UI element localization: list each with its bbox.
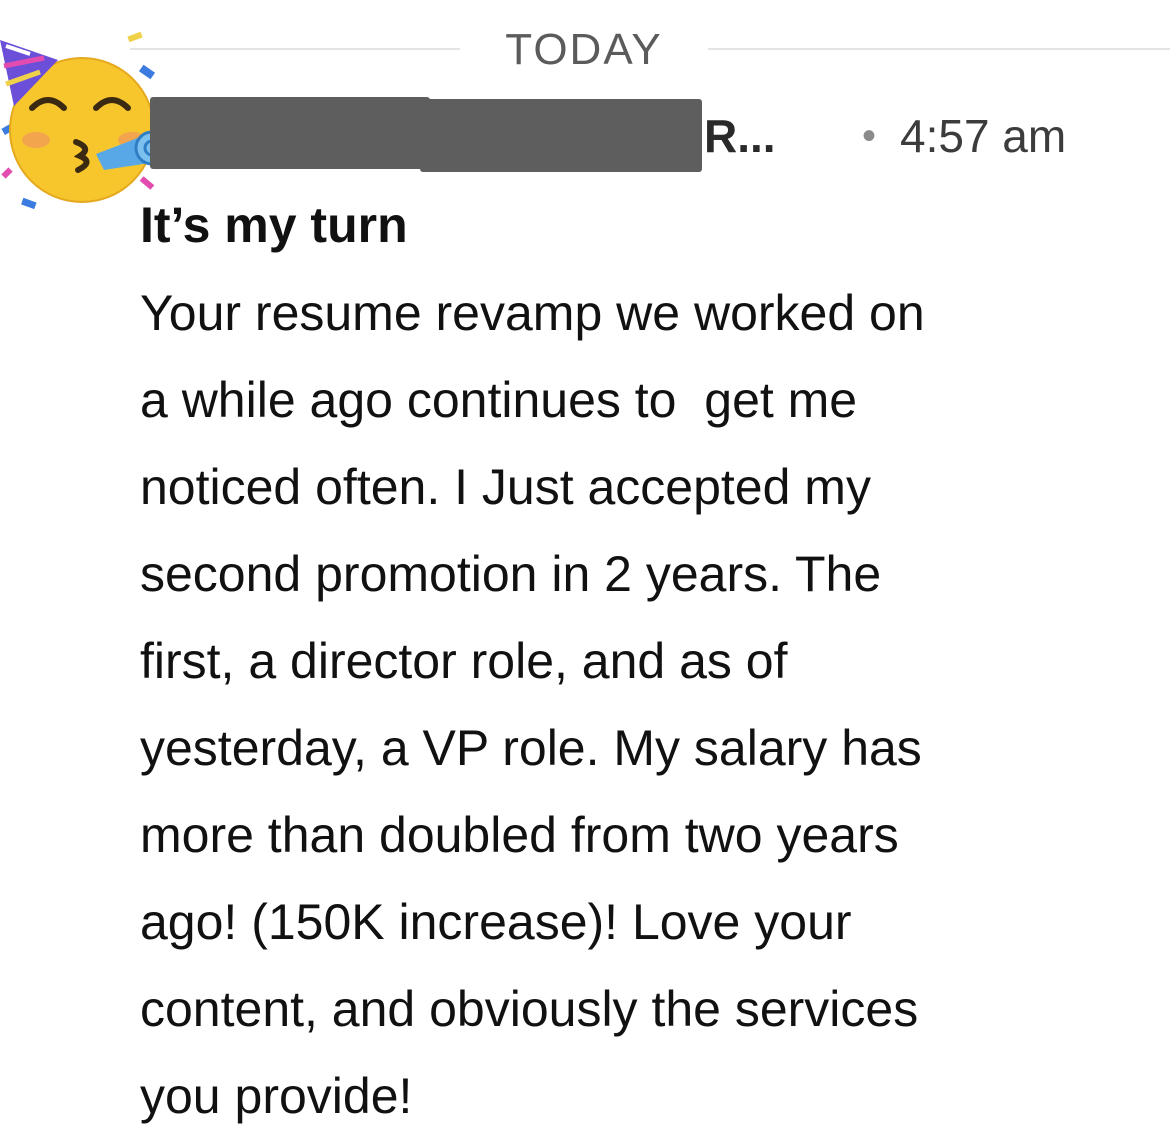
message-body-line: second promotion in 2 years. The xyxy=(140,546,882,602)
message-body-line: first, a director role, and as of xyxy=(140,633,788,689)
message-body-line: yesterday, a VP role. My salary has xyxy=(140,720,922,776)
message-body-line: a while ago continues to get me xyxy=(140,372,858,428)
date-divider-line-left xyxy=(130,48,460,50)
message-body-line: more than doubled from two years xyxy=(140,807,899,863)
message-body-line: content, and obviously the services xyxy=(140,981,919,1037)
sender-name: R... xyxy=(704,110,776,162)
message-timestamp: 4:57 am xyxy=(900,110,1067,162)
message-body-line: ago! (150K increase)! Love your xyxy=(140,894,852,950)
message-body-line: you provide! xyxy=(140,1068,413,1124)
date-divider-label: TODAY xyxy=(505,25,663,74)
meta-separator: • xyxy=(862,114,877,158)
redacted-sender-name-block xyxy=(420,99,702,172)
partying-face-emoji-icon xyxy=(0,31,170,210)
message-body-line: Your resume revamp we worked on xyxy=(140,285,925,341)
message-subject: It’s my turn xyxy=(140,197,408,253)
message-body: Your resume revamp we worked on a while … xyxy=(140,270,1150,1140)
redacted-sender-name-block xyxy=(150,97,430,169)
date-divider-line-right xyxy=(708,48,1170,50)
message-body-line: noticed often. I Just accepted my xyxy=(140,459,871,515)
